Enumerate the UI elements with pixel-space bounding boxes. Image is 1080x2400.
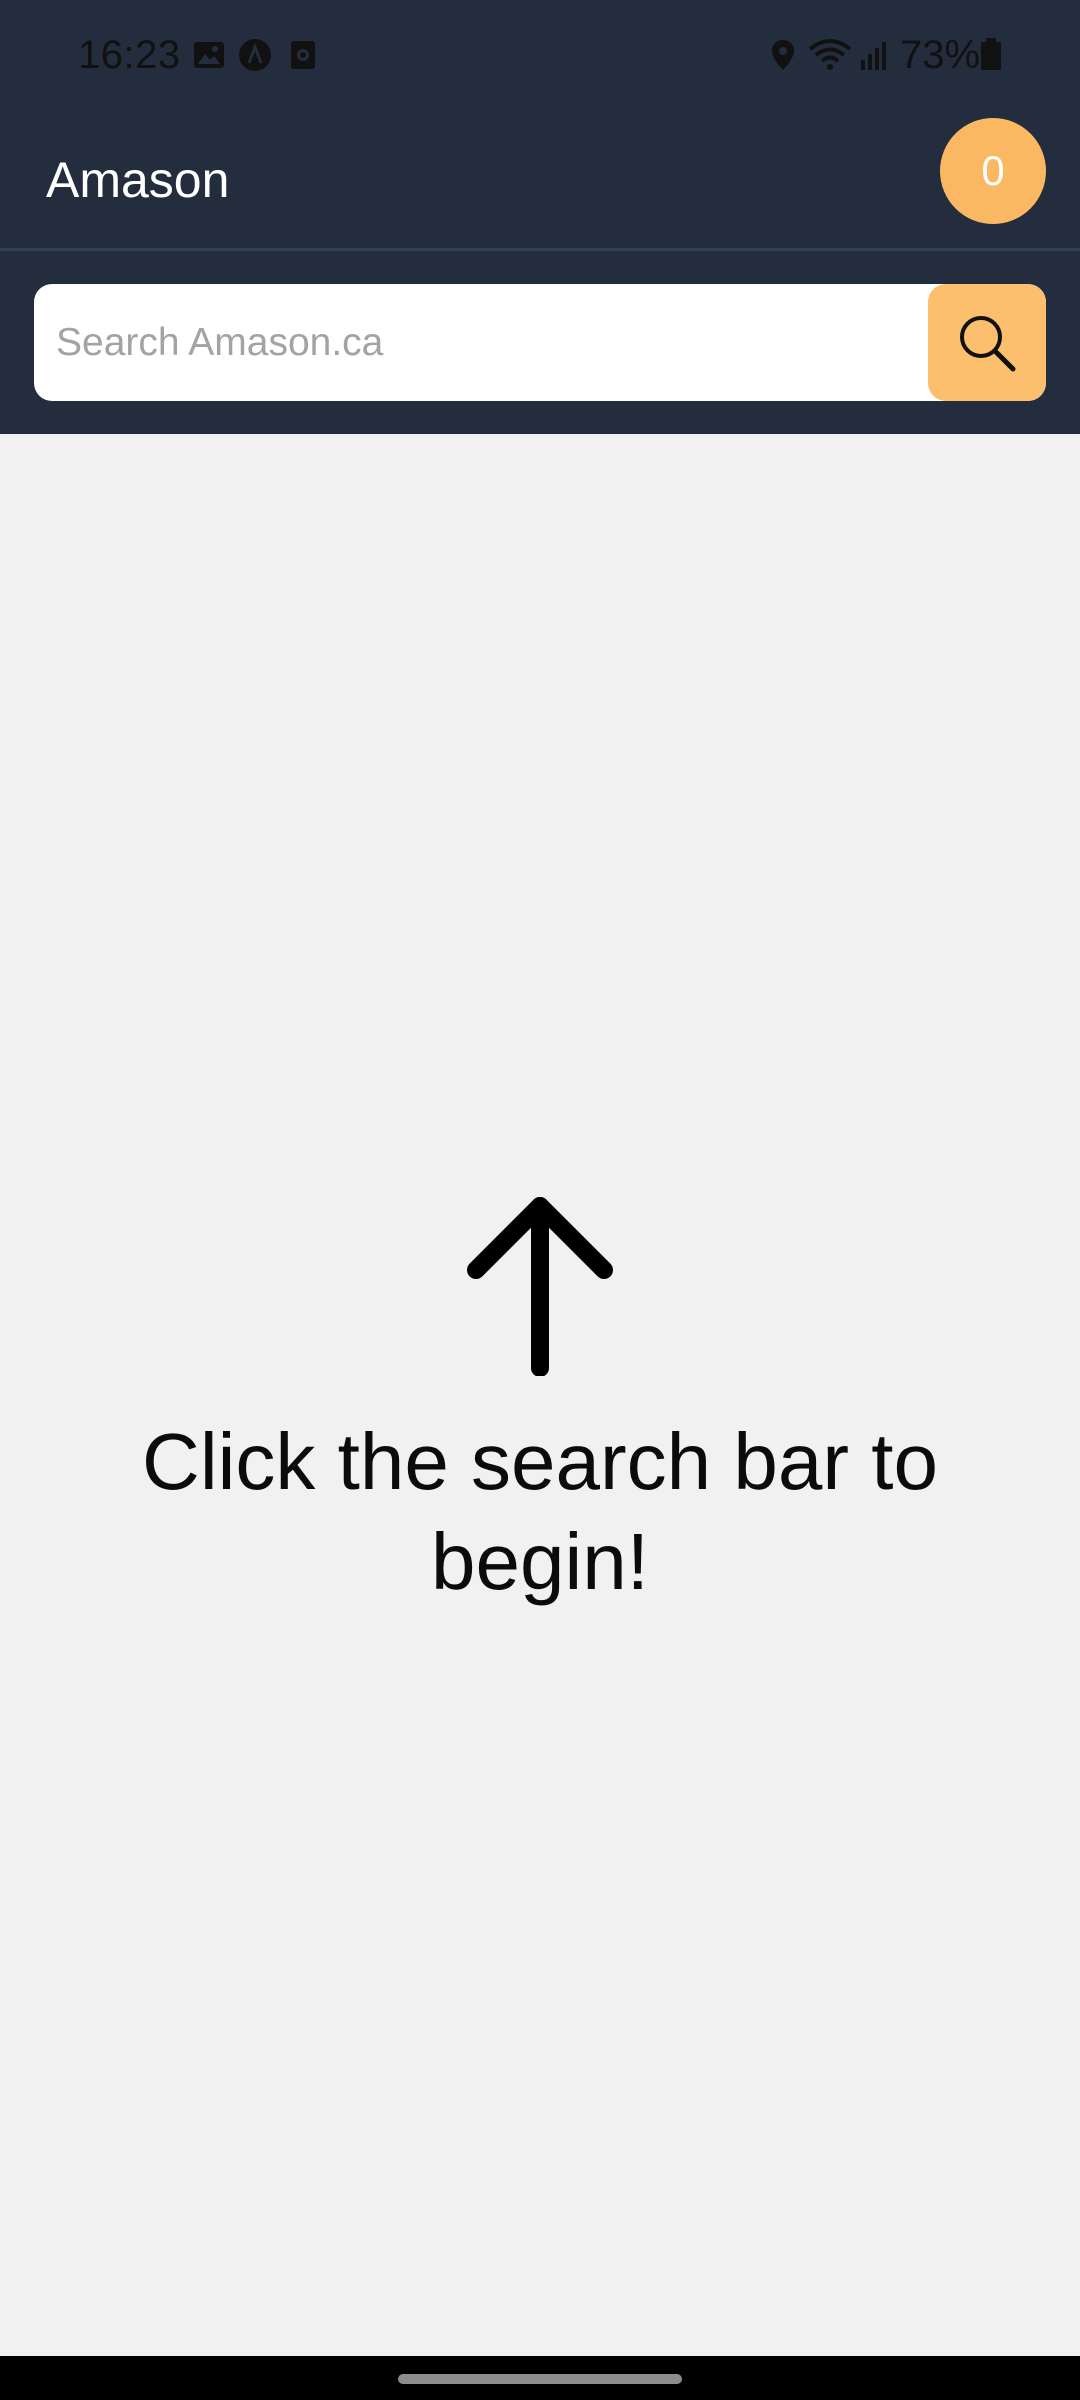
- app-box-icon: [291, 41, 315, 69]
- cart-count-button[interactable]: 0: [940, 118, 1046, 224]
- search-input[interactable]: [34, 284, 927, 401]
- battery-icon: [981, 38, 1001, 70]
- system-navigation-bar: [0, 2356, 1080, 2400]
- signal-icon: [861, 42, 886, 70]
- gallery-icon: [194, 42, 224, 68]
- status-time: 16:23: [78, 33, 181, 77]
- arrow-up-icon: [467, 1197, 613, 1376]
- app-a-icon: [239, 39, 271, 71]
- home-indicator[interactable]: [398, 2374, 682, 2384]
- app-header: Amason 0: [0, 112, 1080, 248]
- main-content: Click the search bar to begin!: [0, 434, 1080, 2356]
- app-title: Amason: [46, 152, 230, 208]
- battery-percentage: 73%: [900, 33, 981, 77]
- location-icon: [772, 40, 794, 70]
- search-button[interactable]: [928, 284, 1046, 401]
- status-bar: 16:23 73%: [0, 0, 1080, 112]
- cart-count: 0: [981, 147, 1005, 194]
- search-icon: [960, 315, 1016, 371]
- search-bar: [34, 284, 1046, 401]
- empty-state-message: Click the search bar to begin!: [142, 1417, 938, 1606]
- search-section: [0, 251, 1080, 434]
- wifi-icon: [808, 39, 852, 70]
